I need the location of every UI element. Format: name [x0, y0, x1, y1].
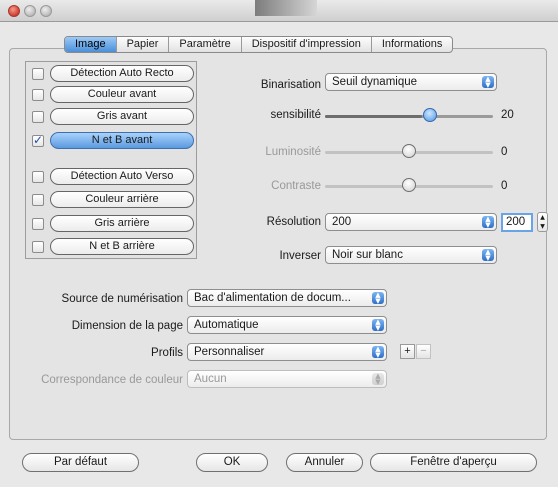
minimize-window-button[interactable]	[24, 5, 36, 17]
resolution-select[interactable]: 200 ▲ ▼	[325, 213, 497, 231]
couleur-arriere-checkbox[interactable]	[32, 194, 44, 206]
list-item: Gris avant	[26, 108, 198, 126]
couleur-value: Aucun	[194, 373, 227, 385]
luminosite-value: 0	[501, 146, 508, 158]
resolution-stepper[interactable]: ▲ ▼	[537, 212, 548, 232]
source-label: Source de numérisation	[61, 293, 183, 305]
n-et-b-arriere-checkbox[interactable]	[32, 241, 44, 253]
sensibilite-value: 20	[501, 109, 514, 121]
couleur-label: Correspondance de couleur	[41, 374, 183, 386]
preview-window-button[interactable]: Fenêtre d'aperçu	[370, 453, 537, 472]
tab-papier[interactable]: Papier	[117, 37, 170, 52]
resolution-value: 200	[332, 216, 352, 228]
profils-label: Profils	[151, 347, 183, 359]
image-type-list: Détection Auto Recto Couleur avant Gris …	[25, 61, 197, 259]
n-et-b-avant-button[interactable]: N et B avant	[50, 132, 194, 149]
inverser-select[interactable]: Noir sur blanc ▲ ▼	[325, 246, 497, 264]
list-item: Couleur avant	[26, 86, 198, 104]
sensibilite-slider-knob[interactable]	[423, 108, 437, 122]
sensibilite-fill	[325, 115, 423, 118]
gris-arriere-button[interactable]: Gris arrière	[50, 215, 194, 232]
list-item: Détection Auto Verso	[26, 168, 198, 186]
updown-arrows-icon: ▲ ▼	[482, 76, 494, 89]
list-item: N et B avant	[26, 132, 198, 150]
updown-arrows-icon: ▲ ▼	[372, 373, 384, 386]
tab-bar: Image Papier Paramètre Dispositif d'impr…	[64, 36, 454, 53]
inverser-value: Noir sur blanc	[332, 249, 403, 261]
couleur-select[interactable]: Aucun ▲ ▼	[187, 370, 387, 388]
source-select[interactable]: Bac d'alimentation de docum... ▲ ▼	[187, 289, 387, 307]
updown-arrows-icon: ▲ ▼	[372, 292, 384, 305]
contraste-slider-knob[interactable]	[402, 178, 416, 192]
updown-arrows-icon: ▲ ▼	[482, 249, 494, 262]
title-bar	[0, 0, 558, 22]
resolution-label: Résolution	[266, 216, 321, 228]
binarisation-label: Binarisation	[260, 79, 321, 91]
detection-auto-recto-button[interactable]: Détection Auto Recto	[50, 65, 194, 82]
inverser-label: Inverser	[279, 250, 321, 262]
zoom-window-button[interactable]	[40, 5, 52, 17]
binarisation-value: Seuil dynamique	[332, 76, 418, 88]
n-et-b-arriere-button[interactable]: N et B arrière	[50, 238, 194, 255]
gris-arriere-checkbox[interactable]	[32, 218, 44, 230]
add-profile-button[interactable]: +	[400, 344, 415, 359]
tab-dispositif-impression[interactable]: Dispositif d'impression	[242, 37, 372, 52]
window-title-graphic	[255, 0, 317, 16]
n-et-b-avant-checkbox[interactable]	[32, 133, 44, 147]
luminosite-label: Luminosité	[265, 146, 321, 158]
gris-avant-checkbox[interactable]	[32, 111, 44, 123]
detection-auto-verso-button[interactable]: Détection Auto Verso	[50, 168, 194, 185]
close-window-button[interactable]	[8, 5, 20, 17]
profils-select[interactable]: Personnaliser ▲ ▼	[187, 343, 387, 361]
dimension-select[interactable]: Automatique ▲ ▼	[187, 316, 387, 334]
ok-button[interactable]: OK	[196, 453, 268, 472]
list-item: Détection Auto Recto	[26, 65, 198, 83]
contraste-label: Contraste	[271, 180, 321, 192]
dimension-value: Automatique	[194, 319, 259, 331]
default-button[interactable]: Par défaut	[22, 453, 139, 472]
tab-parametre[interactable]: Paramètre	[169, 37, 242, 52]
contraste-value: 0	[501, 180, 508, 192]
list-item: N et B arrière	[26, 238, 198, 256]
gris-avant-button[interactable]: Gris avant	[50, 108, 194, 125]
tab-informations[interactable]: Informations	[372, 37, 453, 52]
remove-profile-button[interactable]: −	[416, 344, 431, 359]
luminosite-slider-knob[interactable]	[402, 144, 416, 158]
list-item: Couleur arrière	[26, 191, 198, 209]
dimension-label: Dimension de la page	[71, 320, 183, 332]
list-item: Gris arrière	[26, 215, 198, 233]
resolution-input[interactable]: 200	[501, 213, 533, 232]
couleur-avant-button[interactable]: Couleur avant	[50, 86, 194, 103]
sensibilite-label: sensibilité	[270, 109, 322, 121]
cancel-button[interactable]: Annuler	[286, 453, 363, 472]
updown-arrows-icon: ▲ ▼	[372, 319, 384, 332]
binarisation-select[interactable]: Seuil dynamique ▲ ▼	[325, 73, 497, 91]
couleur-avant-checkbox[interactable]	[32, 89, 44, 101]
detection-auto-verso-checkbox[interactable]	[32, 171, 44, 183]
profils-value: Personnaliser	[194, 346, 265, 358]
updown-arrows-icon: ▲ ▼	[372, 346, 384, 359]
sensibilite-slider[interactable]	[325, 115, 493, 118]
source-value: Bac d'alimentation de docum...	[194, 292, 351, 304]
couleur-arriere-button[interactable]: Couleur arrière	[50, 191, 194, 208]
detection-auto-recto-checkbox[interactable]	[32, 68, 44, 80]
tab-image[interactable]: Image	[65, 37, 117, 52]
updown-arrows-icon: ▲ ▼	[482, 216, 494, 229]
